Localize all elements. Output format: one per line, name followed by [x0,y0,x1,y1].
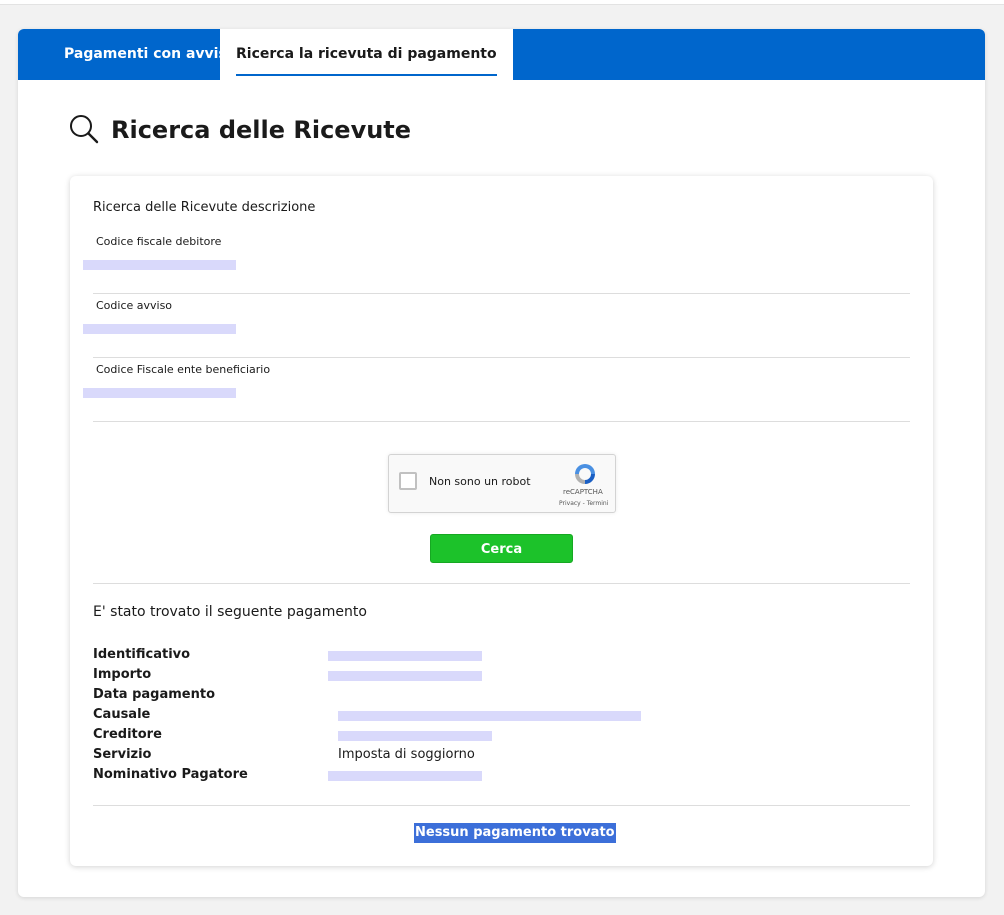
search-card: Ricerca delle Ricevute descrizione Codic… [70,176,933,866]
divider [93,583,910,584]
codice-avviso-input[interactable] [83,324,236,334]
field-label: Codice avviso [96,299,173,312]
no-result-message: Nessun pagamento trovato [414,823,616,843]
active-tab-indicator [236,74,497,76]
detail-key: Causale [93,707,151,722]
result-details: Identificativo Importo Data pagamento Ca… [93,647,910,787]
field-label: Codice Fiscale ente beneficiario [96,363,271,376]
detail-row-importo: Importo [93,667,910,687]
recaptcha-label: Non sono un robot [429,475,531,488]
redacted-value [338,711,641,721]
field-codice-fiscale-debitore: Codice fiscale debitore [83,229,910,294]
tab-ricerca-ricevuta[interactable]: Ricerca la ricevuta di pagamento [220,29,513,80]
recaptcha-links[interactable]: Privacy - Termini [559,500,608,507]
redacted-value [328,651,482,661]
detail-key: Creditore [93,727,162,742]
recaptcha-logo-icon [575,464,595,484]
detail-row-data-pagamento: Data pagamento [93,687,910,707]
detail-row-identificativo: Identificativo [93,647,910,667]
page-title: Ricerca delle Ricevute [111,116,412,144]
field-label: Codice fiscale debitore [96,235,222,248]
detail-key: Importo [93,667,152,682]
redacted-value [338,731,492,741]
detail-row-causale: Causale [93,707,910,727]
detail-key: Data pagamento [93,687,215,702]
recaptcha-widget: Non sono un robot reCAPTCHA Privacy - Te… [388,454,616,513]
result-heading: E' stato trovato il seguente pagamento [93,604,367,620]
detail-key: Identificativo [93,647,191,662]
redacted-value [328,671,482,681]
tab-label: Ricerca la ricevuta di pagamento [236,46,497,62]
detail-value: Imposta di soggiorno [338,747,475,762]
recaptcha-brand: reCAPTCHA [563,488,603,496]
field-codice-fiscale-ente: Codice Fiscale ente beneficiario [83,357,910,422]
recaptcha-checkbox[interactable] [399,472,417,490]
divider [93,805,910,806]
tab-bar: Pagamenti con avviso Ricerca la ricevuta… [18,29,985,80]
redacted-value [328,771,482,781]
detail-row-creditore: Creditore [93,727,910,747]
form-description: Ricerca delle Ricevute descrizione [93,200,316,215]
search-icon [70,115,99,144]
field-codice-avviso: Codice avviso [83,293,910,358]
codice-fiscale-debitore-input[interactable] [83,260,236,270]
main-panel: Pagamenti con avviso Ricerca la ricevuta… [18,29,985,897]
detail-row-nominativo-pagatore: Nominativo Pagatore [93,767,910,787]
codice-fiscale-ente-input[interactable] [83,388,236,398]
detail-key: Nominativo Pagatore [93,767,248,782]
detail-row-servizio: Servizio Imposta di soggiorno [93,747,910,767]
cerca-button[interactable]: Cerca [430,534,573,563]
top-strip [0,0,1004,5]
detail-key: Servizio [93,747,152,762]
